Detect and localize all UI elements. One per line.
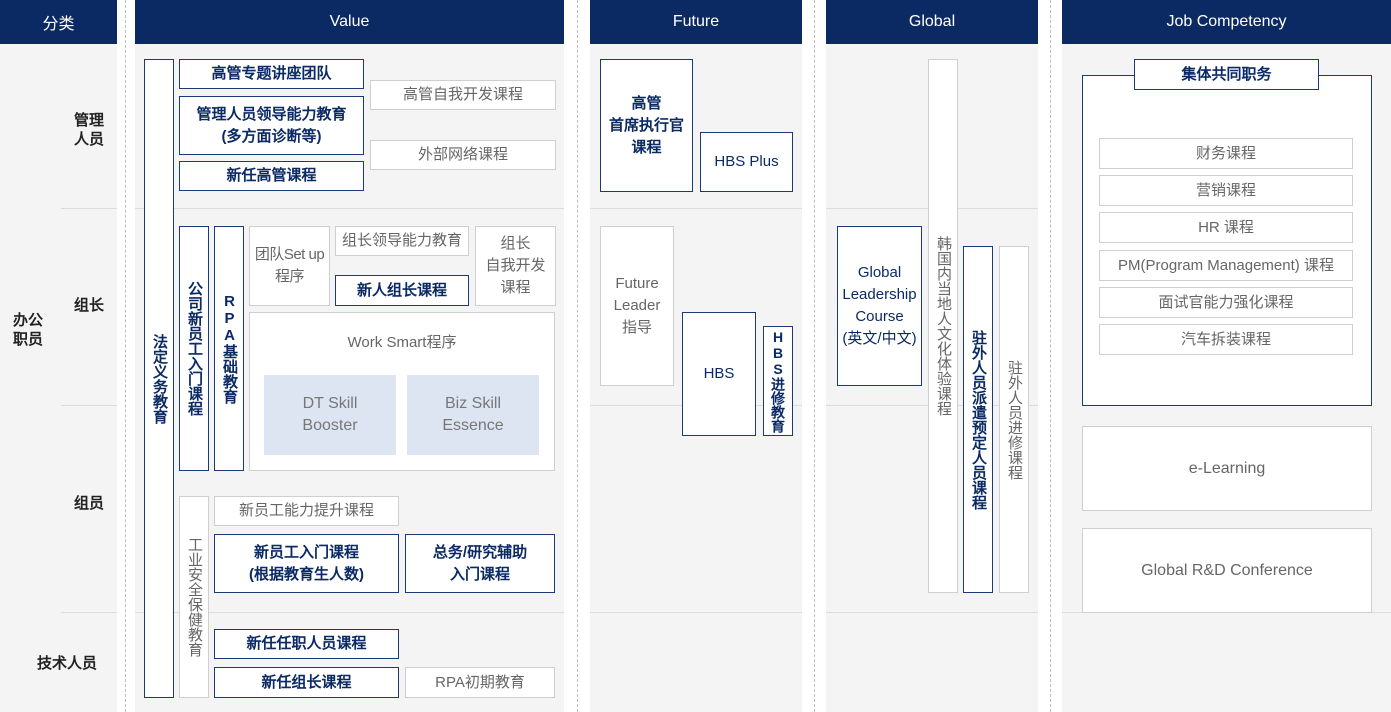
row-label-technical: 技术人员	[36, 654, 97, 672]
leader-self-dev-box: 组长 自我开发 课程	[475, 226, 556, 306]
separator	[1050, 0, 1051, 712]
ceo-course-box: 高管 首席执行官 课程	[600, 59, 693, 192]
row-label-manager: 管理 人员	[73, 112, 104, 148]
industrial-safety-box: 工业安全保健教育	[179, 496, 209, 698]
header-job-competency: Job Competency	[1062, 0, 1391, 44]
legal-education-box: 法定义务教育	[144, 59, 174, 698]
new-emp-ability-box: 新员工能力提升课程	[214, 496, 399, 526]
rpa-basic-box: RPA基础教育	[214, 226, 244, 471]
new-exec-box: 新任高管课程	[179, 161, 364, 191]
manager-leadership-box: 管理人员领导能力教育 (多方面诊断等)	[179, 96, 364, 155]
row-divider	[61, 208, 117, 209]
job-item-interviewer: 面试官能力强化课程	[1099, 287, 1353, 318]
separator	[125, 0, 126, 712]
common-job-title: 集体共同职务	[1134, 59, 1319, 90]
exec-self-dev-box: 高管自我开发课程	[370, 80, 556, 110]
row-label-leader: 组长	[73, 296, 104, 314]
row-divider	[826, 612, 1038, 613]
elearning-box: e-Learning	[1082, 426, 1372, 511]
row-label-member: 组员	[73, 494, 104, 512]
hbs-box: HBS	[682, 312, 756, 436]
new-group-leader-box: 新任组长课程	[214, 667, 399, 698]
team-setup-box: 团队Set up 程序	[249, 226, 330, 306]
header-value: Value	[135, 0, 564, 44]
work-smart-title: Work Smart程序	[347, 334, 457, 351]
job-item-marketing: 营销课程	[1099, 175, 1353, 206]
separator	[814, 0, 815, 712]
row-divider	[590, 208, 802, 209]
global-leadership-course-box: Global Leadership Course (英文/中文)	[837, 226, 922, 386]
leader-leadership-box: 组长领导能力教育	[335, 226, 469, 256]
rd-conference-box: Global R&D Conference	[1082, 528, 1372, 613]
row-label-office: 办公 职员	[12, 312, 43, 348]
new-staff-box: 新任任职人员课程	[214, 629, 399, 659]
expat-study-box: 驻外人员进修课程	[999, 246, 1029, 593]
rpa-initial-box: RPA初期教育	[405, 667, 555, 698]
external-network-box: 外部网络课程	[370, 140, 556, 170]
hbs-plus-box: HBS Plus	[700, 132, 793, 192]
expat-dispatch-box: 驻外人员派遣预定人员课程	[963, 246, 993, 593]
row-divider	[61, 612, 117, 613]
work-smart-panel: Work Smart程序 DT Skill Booster Biz Skill …	[249, 312, 555, 471]
new-leader-box: 新人组长课程	[335, 275, 469, 306]
future-leader-box: Future Leader 指导	[600, 226, 674, 386]
biz-skill-box: Biz Skill Essence	[407, 375, 539, 455]
header-global: Global	[826, 0, 1038, 44]
exec-lecture-box: 高管专题讲座团队	[179, 59, 364, 89]
company-intro-box: 公司新员工入门课程	[179, 226, 209, 471]
row-divider	[135, 208, 564, 209]
job-item-car-assembly: 汽车拆装课程	[1099, 324, 1353, 355]
row-divider	[61, 405, 117, 406]
job-item-pm: PM(Program Management) 课程	[1099, 250, 1353, 281]
dt-skill-box: DT Skill Booster	[264, 375, 396, 455]
header-category: 分类	[0, 0, 117, 44]
job-item-finance: 财务课程	[1099, 138, 1353, 169]
new-emp-intro-box: 新员工入门课程 (根据教育生人数)	[214, 534, 399, 593]
hbs-study-box: HBS进修教育	[763, 326, 793, 436]
row-divider	[590, 612, 802, 613]
korea-culture-box: 韩国内当地人文化体验课程	[928, 59, 958, 593]
header-future: Future	[590, 0, 802, 44]
job-item-hr: HR 课程	[1099, 212, 1353, 243]
separator	[577, 0, 578, 712]
admin-intro-box: 总务/研究辅助 入门课程	[405, 534, 555, 593]
